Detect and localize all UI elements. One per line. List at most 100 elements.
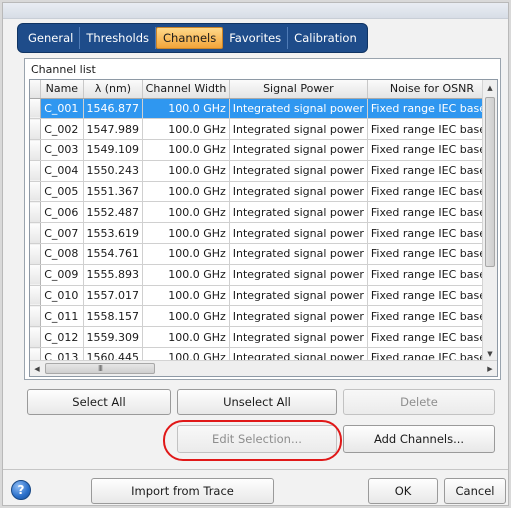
tab-general[interactable]: General <box>22 27 81 49</box>
channel-width-cell[interactable]: 100.0 GHz <box>142 201 230 224</box>
noise-osnr-cell[interactable]: Fixed range IEC based <box>367 118 497 141</box>
channel-width-cell[interactable]: 100.0 GHz <box>142 243 230 265</box>
signal-power-cell[interactable]: Integrated signal power <box>229 264 368 286</box>
row-selector[interactable] <box>30 264 42 286</box>
wavelength-cell[interactable]: 1550.243 <box>83 160 144 182</box>
signal-power-cell[interactable]: Integrated signal power <box>229 98 368 120</box>
channel-name-cell[interactable]: C_008 <box>40 243 84 265</box>
wavelength-cell[interactable]: 1555.893 <box>83 264 144 286</box>
table-row[interactable]: C_012 1559.309 100.0 GHz Integrated signal … <box>30 326 497 349</box>
channel-name-cell[interactable]: C_009 <box>40 264 84 286</box>
column-header-wavelength[interactable]: λ (nm) <box>83 80 144 99</box>
channel-name-cell[interactable]: C_007 <box>40 222 84 245</box>
noise-osnr-cell[interactable]: Fixed range IEC based <box>367 243 497 265</box>
signal-power-cell[interactable]: Integrated signal power <box>229 139 368 161</box>
column-header-name[interactable]: Name <box>40 80 84 99</box>
row-selector[interactable] <box>30 139 42 161</box>
channel-name-cell[interactable]: C_006 <box>40 201 84 224</box>
row-selector[interactable] <box>30 98 42 120</box>
scroll-up-icon[interactable]: ▲ <box>483 80 497 95</box>
cancel-button[interactable]: Cancel <box>444 478 506 504</box>
help-icon[interactable]: ? <box>11 480 31 500</box>
noise-osnr-cell[interactable]: Fixed range IEC based <box>367 181 497 203</box>
wavelength-cell[interactable]: 1554.761 <box>83 243 144 265</box>
noise-osnr-cell[interactable]: Fixed range IEC based <box>367 98 497 120</box>
wavelength-cell[interactable]: 1547.989 <box>83 118 144 141</box>
scroll-left-icon[interactable]: ◀ <box>30 361 44 376</box>
add-channels-button[interactable]: Add Channels... <box>343 425 495 453</box>
table-row[interactable]: C_010 1557.017 100.0 GHz Integrated signal … <box>30 285 497 307</box>
tab-favorites[interactable]: Favorites <box>223 27 289 49</box>
signal-power-cell[interactable]: Integrated signal power <box>229 160 368 182</box>
channel-width-cell[interactable]: 100.0 GHz <box>142 264 230 286</box>
ok-button[interactable]: OK <box>368 478 438 504</box>
noise-osnr-cell[interactable]: Fixed range IEC based <box>367 139 497 161</box>
horizontal-scrollbar[interactable]: ◀ III ▶ <box>30 360 497 376</box>
signal-power-cell[interactable]: Integrated signal power <box>229 305 368 328</box>
signal-power-cell[interactable]: Integrated signal power <box>229 181 368 203</box>
table-row[interactable]: C_006 1552.487 100.0 GHz Integrated signal … <box>30 201 497 224</box>
table-row[interactable]: C_008 1554.761 100.0 GHz Integrated signal … <box>30 243 497 265</box>
row-selector[interactable] <box>30 222 42 245</box>
noise-osnr-cell[interactable]: Fixed range IEC based <box>367 222 497 245</box>
tab-calibration[interactable]: Calibration <box>288 27 363 49</box>
wavelength-cell[interactable]: 1546.877 <box>83 98 144 120</box>
row-selector[interactable] <box>30 243 42 265</box>
row-selector[interactable] <box>30 285 42 307</box>
column-header-signal-power[interactable]: Signal Power <box>229 80 368 99</box>
channel-name-cell[interactable]: C_005 <box>40 181 84 203</box>
wavelength-cell[interactable]: 1557.017 <box>83 285 144 307</box>
row-selector[interactable] <box>30 181 42 203</box>
channel-width-cell[interactable]: 100.0 GHz <box>142 305 230 328</box>
channel-width-cell[interactable]: 100.0 GHz <box>142 98 230 120</box>
scroll-down-icon[interactable]: ▼ <box>483 346 497 361</box>
channel-name-cell[interactable]: C_012 <box>40 326 84 349</box>
tab-thresholds[interactable]: Thresholds <box>80 27 156 49</box>
row-selector[interactable] <box>30 118 42 141</box>
signal-power-cell[interactable]: Integrated signal power <box>229 222 368 245</box>
vertical-scroll-thumb[interactable] <box>485 97 495 267</box>
noise-osnr-cell[interactable]: Fixed range IEC based <box>367 305 497 328</box>
table-row[interactable]: C_004 1550.243 100.0 GHz Integrated signal … <box>30 160 497 182</box>
channel-name-cell[interactable]: C_002 <box>40 118 84 141</box>
table-row[interactable]: C_003 1549.109 100.0 GHz Integrated signal … <box>30 139 497 161</box>
table-row[interactable]: C_007 1553.619 100.0 GHz Integrated signal … <box>30 222 497 245</box>
channel-width-cell[interactable]: 100.0 GHz <box>142 118 230 141</box>
channel-name-cell[interactable]: C_011 <box>40 305 84 328</box>
column-header-channel-width[interactable]: Channel Width <box>142 80 230 99</box>
noise-osnr-cell[interactable]: Fixed range IEC based <box>367 264 497 286</box>
wavelength-cell[interactable]: 1552.487 <box>83 201 144 224</box>
table-row[interactable]: C_005 1551.367 100.0 GHz Integrated signal … <box>30 181 497 203</box>
unselect-all-button[interactable]: Unselect All <box>177 389 337 415</box>
channel-width-cell[interactable]: 100.0 GHz <box>142 139 230 161</box>
channel-name-cell[interactable]: C_001 <box>40 98 84 120</box>
scroll-right-icon[interactable]: ▶ <box>483 361 497 376</box>
signal-power-cell[interactable]: Integrated signal power <box>229 118 368 141</box>
wavelength-cell[interactable]: 1559.309 <box>83 326 144 349</box>
wavelength-cell[interactable]: 1553.619 <box>83 222 144 245</box>
noise-osnr-cell[interactable]: Fixed range IEC based <box>367 285 497 307</box>
table-row[interactable]: C_011 1558.157 100.0 GHz Integrated signal … <box>30 305 497 328</box>
noise-osnr-cell[interactable]: Fixed range IEC based <box>367 160 497 182</box>
channel-width-cell[interactable]: 100.0 GHz <box>142 285 230 307</box>
channel-width-cell[interactable]: 100.0 GHz <box>142 222 230 245</box>
table-row[interactable]: C_009 1555.893 100.0 GHz Integrated signal … <box>30 264 497 286</box>
wavelength-cell[interactable]: 1551.367 <box>83 181 144 203</box>
channel-width-cell[interactable]: 100.0 GHz <box>142 160 230 182</box>
column-header-noise-osnr[interactable]: Noise for OSNR <box>367 80 497 99</box>
horizontal-scroll-thumb[interactable]: III <box>45 363 155 374</box>
wavelength-cell[interactable]: 1549.109 <box>83 139 144 161</box>
delete-button[interactable]: Delete <box>343 389 495 415</box>
signal-power-cell[interactable]: Integrated signal power <box>229 201 368 224</box>
table-row[interactable]: C_001 1546.877 100.0 GHz Integrated signal … <box>30 98 497 120</box>
signal-power-cell[interactable]: Integrated signal power <box>229 243 368 265</box>
channel-name-cell[interactable]: C_010 <box>40 285 84 307</box>
channel-width-cell[interactable]: 100.0 GHz <box>142 181 230 203</box>
select-all-button[interactable]: Select All <box>27 389 171 415</box>
signal-power-cell[interactable]: Integrated signal power <box>229 285 368 307</box>
row-selector[interactable] <box>30 160 42 182</box>
noise-osnr-cell[interactable]: Fixed range IEC based <box>367 201 497 224</box>
channel-name-cell[interactable]: C_004 <box>40 160 84 182</box>
row-selector[interactable] <box>30 201 42 224</box>
signal-power-cell[interactable]: Integrated signal power <box>229 326 368 349</box>
